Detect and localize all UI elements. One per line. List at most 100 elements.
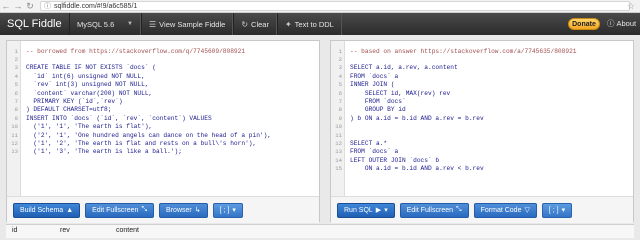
line-number: 13 xyxy=(335,148,342,156)
schema-terminator-select[interactable]: [ ; ] ▾ xyxy=(212,202,243,218)
line-number: 3 xyxy=(14,64,18,72)
browser-label: Browser xyxy=(166,206,192,214)
build-schema-button[interactable]: Build Schema ▲ xyxy=(13,202,81,218)
code-line: 2 xyxy=(7,55,319,63)
code-line: 6 SELECT id, MAX(rev) rev xyxy=(331,89,633,97)
schema-editor[interactable]: 1 -- borrowed from https://stackoverflow.… xyxy=(7,41,319,197)
query-code: 1 -- based on answer https://stackoverflo… xyxy=(331,47,633,173)
code-line: 9 INSERT INTO `docs` (`id`, `rev`, `conte… xyxy=(7,114,319,122)
line-number: 7 xyxy=(338,98,342,106)
code-line: 11 xyxy=(331,131,633,139)
brand-logo[interactable]: SQL Fiddle xyxy=(7,18,69,30)
query-panel: 1 -- based on answer https://stackoverflo… xyxy=(330,40,634,223)
line-number: 6 xyxy=(338,89,342,97)
code-text: SELECT a.* xyxy=(350,139,388,147)
code-line: 5 INNER JOIN ( xyxy=(331,81,633,89)
line-number: 15 xyxy=(335,165,342,173)
code-line: 12 ('1', '2', 'The earth is flat and res… xyxy=(7,139,319,147)
query-edit-fullscreen-button[interactable]: Edit Fullscreen ⤡ xyxy=(399,202,469,218)
play-icon: ▶ xyxy=(375,207,382,214)
text-to-ddl-label: Text to DDL xyxy=(294,19,334,29)
code-text: CREATE TABLE IF NOT EXISTS `docs` ( xyxy=(26,64,156,72)
clear-button[interactable]: ↻ Clear xyxy=(233,13,277,35)
back-icon[interactable]: ← xyxy=(0,1,12,12)
code-text: ('1', '1', 'The earth is flat'), xyxy=(26,123,153,131)
bookmark-star-icon[interactable]: ☆ xyxy=(627,1,635,12)
format-code-button[interactable]: Format Code ▽ xyxy=(473,202,537,218)
text-to-ddl-button[interactable]: ✦ Text to DDL xyxy=(276,13,342,35)
line-number: 5 xyxy=(338,81,342,89)
line-number: 2 xyxy=(338,56,342,64)
schema-edit-fullscreen-button[interactable]: Edit Fullscreen ⤡ xyxy=(85,202,155,218)
url-field[interactable]: ⓘ sqlfiddle.com/#!9/a6c585/1 xyxy=(40,1,630,11)
page-info-icon[interactable]: ⓘ xyxy=(44,1,51,11)
code-text: FROM `docs` a xyxy=(350,148,399,156)
line-number: 1 xyxy=(14,47,18,55)
code-text: GROUP BY id xyxy=(350,106,406,114)
app-navbar: SQL Fiddle MySQL 5.6 ▼ ☰ View Sample Fid… xyxy=(0,13,640,35)
run-sql-label: Run SQL xyxy=(344,206,373,214)
about-button[interactable]: ⓘ About xyxy=(607,18,636,29)
schema-code: 1 -- borrowed from https://stackoverflow.… xyxy=(7,47,319,156)
chevron-down-icon: ▾ xyxy=(384,207,388,214)
line-number: 7 xyxy=(14,98,18,106)
tree-icon: ↳ xyxy=(194,207,201,214)
donate-button[interactable]: Donate xyxy=(568,18,600,30)
line-number: 12 xyxy=(335,139,342,147)
code-line: 10 ('1', '1', 'The earth is flat'), xyxy=(7,123,319,131)
code-line: 3 SELECT a.id, a.rev, a.content xyxy=(331,64,633,72)
code-text: `id` int(6) unsigned NOT NULL, xyxy=(26,72,145,80)
code-text: SELECT id, MAX(rev) rev xyxy=(350,89,451,97)
code-text: ('2', '1', 'One hundred angels can dance… xyxy=(26,131,272,139)
code-line: 14 LEFT OUTER JOIN `docs` b xyxy=(331,156,633,164)
reload-icon[interactable]: ↻ xyxy=(24,1,36,12)
code-text: ON a.id = b.id AND a.rev < b.rev xyxy=(350,165,484,173)
expand-icon: ⤡ xyxy=(456,206,462,213)
query-terminator-select[interactable]: [ ; ] ▾ xyxy=(541,202,573,218)
code-line: 4 FROM `docs` a xyxy=(331,72,633,80)
view-sample-fiddle-button[interactable]: ☰ View Sample Fiddle xyxy=(141,13,234,35)
code-line: 13 ('1', '3', 'The earth is like a ball.… xyxy=(7,148,319,156)
line-number: 9 xyxy=(14,114,18,122)
code-line: 15 ON a.id = b.id AND a.rev < b.rev xyxy=(331,164,633,172)
line-number: 1 xyxy=(338,47,342,55)
code-text: SELECT a.id, a.rev, a.content xyxy=(350,64,458,72)
code-text: INSERT INTO `docs` (`id`, `rev`, `conten… xyxy=(26,114,212,122)
code-text: -- borrowed from https://stackoverflow.c… xyxy=(26,47,246,55)
column-header-rev: rev xyxy=(60,227,70,234)
line-number: 13 xyxy=(11,148,18,156)
results-table-header: id rev content xyxy=(6,224,634,238)
query-editor[interactable]: 1 -- based on answer https://stackoverflo… xyxy=(331,41,633,197)
code-text: ) b ON a.id = b.id AND a.rev = b.rev xyxy=(350,114,484,122)
expand-icon: ⤡ xyxy=(141,206,148,213)
clear-label: Clear xyxy=(251,19,269,29)
code-line: 2 xyxy=(331,55,633,63)
line-number: 4 xyxy=(14,72,18,80)
code-text: PRIMARY KEY (`id`,`rev`) xyxy=(26,98,123,106)
schema-edit-fullscreen-label: Edit Fullscreen xyxy=(92,206,139,214)
code-line: 8 GROUP BY id xyxy=(331,106,633,114)
database-select[interactable]: MySQL 5.6 ▼ xyxy=(69,13,141,35)
schema-toolbar: Build Schema ▲ Edit Fullscreen ⤡ Browser… xyxy=(7,197,319,223)
line-number: 12 xyxy=(11,139,18,147)
code-line: 6 `content` varchar(200) NOT NULL, xyxy=(7,89,319,97)
browser-button[interactable]: Browser ↳ xyxy=(159,202,208,218)
column-header-id: id xyxy=(12,227,18,234)
line-number: 11 xyxy=(11,131,18,139)
code-line: 11 ('2', '1', 'One hundred angels can da… xyxy=(7,131,319,139)
query-toolbar: Run SQL ▶ ▾ Edit Fullscreen ⤡ Format Cod… xyxy=(331,197,633,223)
info-icon: ⓘ xyxy=(607,19,615,28)
code-line: 7 FROM `docs` xyxy=(331,97,633,105)
code-line: 9) b ON a.id = b.id AND a.rev = b.rev xyxy=(331,114,633,122)
line-number: 5 xyxy=(14,81,18,89)
line-number: 8 xyxy=(14,106,18,114)
run-sql-button[interactable]: Run SQL ▶ ▾ xyxy=(337,202,395,218)
chevron-down-icon: ▾ xyxy=(561,207,566,214)
code-line: 5 `rev` int(3) unsigned NOT NULL, xyxy=(7,81,319,89)
code-text: ('1', '3', 'The earth is like a ball.'); xyxy=(26,148,182,156)
line-number: 10 xyxy=(335,123,342,131)
line-number: 11 xyxy=(335,131,342,139)
forward-icon[interactable]: → xyxy=(12,1,24,12)
build-schema-label: Build Schema xyxy=(20,206,64,214)
code-text: ('1', '2', 'The earth is flat and rests … xyxy=(26,139,257,147)
